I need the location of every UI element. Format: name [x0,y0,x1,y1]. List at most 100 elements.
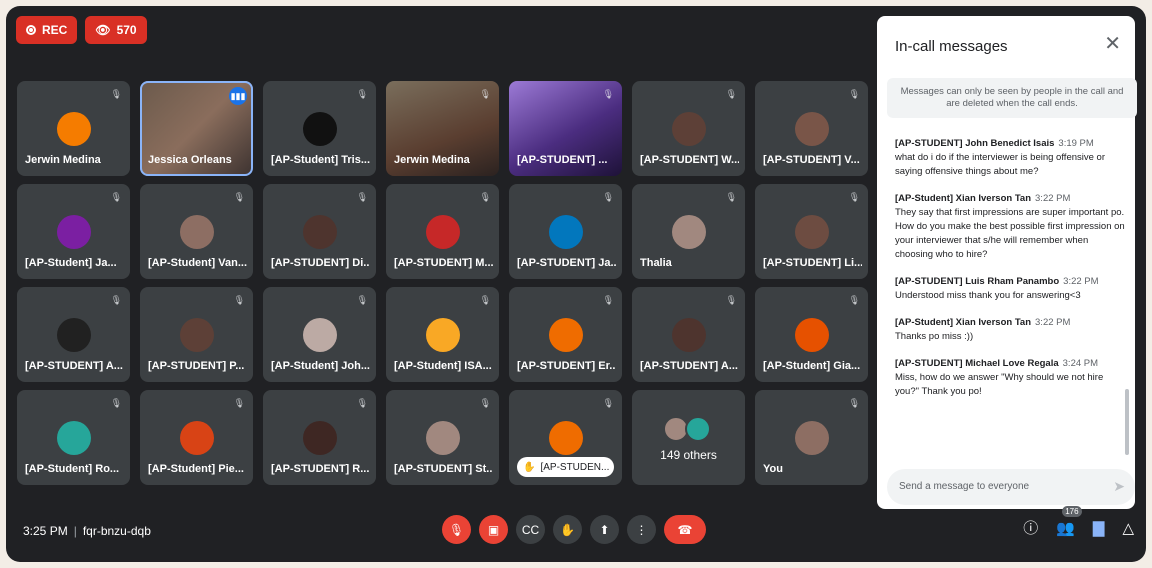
present-button[interactable]: ⬆ [590,515,619,544]
captions-button[interactable]: CC [516,515,545,544]
participant-tile[interactable]: [AP-Student] Gia... 🎙 [755,287,868,382]
chat-panel: In-call messages ✕ Messages can only be … [877,16,1137,509]
participant-tile[interactable]: [AP-STUDENT] V... 🎙 [755,81,868,176]
participant-tile[interactable]: [AP-STUDENT] Er... 🎙 [509,287,622,382]
participant-tile[interactable]: Jerwin Medina 🎙 [17,81,130,176]
mic-muted-icon: 🎙 [479,295,491,305]
avatar [794,421,829,455]
participant-name: [AP-Student] Tris... [271,154,370,166]
participant-tile[interactable]: [AP-Student] Tris... 🎙 [263,81,376,176]
participant-name: [AP-Student] Joh... [271,360,370,372]
close-icon[interactable]: ✕ [1104,34,1121,54]
mic-muted-icon: 🎙 [479,398,491,408]
participant-tile[interactable]: [AP-Student] Pie... 🎙 [140,390,253,485]
participant-name: [AP-Student] Van... [148,257,247,269]
participant-tile[interactable]: ✋ [AP-STUDEN... 🎙 [509,390,622,485]
participant-tile[interactable]: [AP-Student] Ja... 🎙 [17,184,130,279]
mic-muted-icon: 🎙 [479,89,491,99]
participant-tile[interactable]: [AP-STUDENT] ... 🎙 [509,81,622,176]
participant-tile[interactable]: [AP-STUDENT] Di... 🎙 [263,184,376,279]
mic-muted-icon: 🎙 [725,89,737,99]
mic-muted-icon: 🎙 [725,295,737,305]
people-icon[interactable]: 👥 176 [1056,505,1082,537]
mic-off-button[interactable]: 🎙 [442,515,471,544]
message-header: [AP-Student] Xian Iverson Tan 3:22 PM [895,317,1127,328]
mic-muted-icon: 🎙 [356,192,368,202]
bottom-bar: 3:25 PM | fqr-bnzu-dqb 🎙 ▣ CC ✋ ⬆ ⋮ ☎ ⓘ 👥 1… [6,502,1146,562]
participant-name: [AP-STUDENT] A... [25,360,123,372]
mic-muted-icon: 🎙 [602,295,614,305]
call-controls: 🎙 ▣ CC ✋ ⬆ ⋮ ☎ [442,515,706,544]
participant-tile[interactable]: [AP-Student] Van... 🎙 [140,184,253,279]
avatar [302,318,337,352]
participant-name: [AP-STUDENT] Er... [517,360,616,372]
participant-tile[interactable]: [AP-STUDENT] St... 🎙 [386,390,499,485]
participant-tile[interactable]: You 🎙 [755,390,868,485]
mic-off-icon: 🎙 [448,522,465,537]
participant-tile[interactable]: [AP-Student] Joh... 🎙 [263,287,376,382]
message-header: [AP-Student] Xian Iverson Tan 3:22 PM [895,193,1127,204]
raise-hand-button[interactable]: ✋ [553,515,582,544]
participant-tile[interactable]: [AP-STUDENT] P... 🎙 [140,287,253,382]
avatar [56,318,91,352]
participant-name: [AP-STUDENT] P... [148,360,245,372]
recording-badge: REC [16,16,78,44]
meeting-code: fqr-bnzu-dqb [82,524,151,538]
camera-off-icon: ▣ [487,522,500,537]
end-call-button[interactable]: ☎ [664,515,706,544]
avatar [684,416,711,442]
mic-muted-icon: 🎙 [356,398,368,408]
mic-muted-icon: 🎙 [602,89,614,99]
side-controls: ⓘ 👥 176 ▇ △ [1023,505,1134,538]
participant-name: Thalia [640,257,672,269]
avatar [671,318,706,352]
avatar [302,215,337,249]
hand-icon: ✋ [560,522,575,537]
mic-muted-icon: 🎙 [110,398,122,408]
hand-icon: ✋ [523,461,536,473]
message-text: Understood miss thank you for answering<… [895,290,1081,301]
divider: | [73,524,77,538]
info-icon[interactable]: ⓘ [1023,517,1038,538]
participant-tile[interactable]: [AP-STUDENT] R... 🎙 [263,390,376,485]
participant-tile[interactable]: [AP-STUDENT] A... 🎙 [632,287,745,382]
participant-tile[interactable]: [AP-STUDENT] A... 🎙 [17,287,130,382]
avatar [56,215,91,249]
mic-muted-icon: 🎙 [602,192,614,202]
camera-off-button[interactable]: ▣ [479,515,508,544]
message-author: [AP-Student] Xian Iverson Tan [895,193,1032,204]
avatar [179,215,214,249]
participant-tile[interactable]: [AP-STUDENT] W... 🎙 [632,81,745,176]
viewer-count: 570 [116,23,137,37]
activities-icon[interactable]: △ [1122,519,1134,537]
participant-tile[interactable]: [AP-STUDENT] Li... 🎙 [755,184,868,279]
mic-muted-icon: 🎙 [725,192,737,202]
scrollbar[interactable] [1125,389,1129,455]
participant-tile[interactable]: [AP-STUDENT] Ja... 🎙 [509,184,622,279]
top-status-bar: REC 👁 570 [16,16,147,44]
participant-tile[interactable]: Jessica Orleans ▮▮▮ [140,81,253,176]
message-input[interactable]: Send a message to everyone ➤ [887,469,1135,505]
participant-tile[interactable]: Jerwin Medina 🎙 [386,81,499,176]
message-text: what do i do if the interviewer is being… [895,152,1105,177]
participant-tile[interactable]: Thalia 🎙 [632,184,745,279]
message-author: [AP-STUDENT] Luis Rham Panambo [895,276,1060,287]
participant-tile[interactable]: [AP-STUDENT] M... 🎙 [386,184,499,279]
meeting-info: 3:25 PM | fqr-bnzu-dqb [23,524,151,538]
avatar [302,421,337,455]
participant-tile[interactable]: [AP-Student] Ro... 🎙 [17,390,130,485]
participant-name: [AP-STUDENT] Di... [271,257,370,269]
mic-muted-icon: 🎙 [848,89,860,99]
message-list[interactable]: [AP-STUDENT] John Benedict Isais 3:19 PM w… [895,138,1127,413]
more-options-button[interactable]: ⋮ [627,515,656,544]
participant-tile[interactable]: 149 others [632,390,745,485]
present-icon: ⬆ [599,522,610,537]
participant-tile[interactable]: [AP-Student] ISA... 🎙 [386,287,499,382]
send-icon[interactable]: ➤ [1113,478,1125,495]
message-time: 3:22 PM [1035,317,1071,328]
chat-icon[interactable]: ▇ [1093,519,1105,537]
message-author: [AP-Student] Xian Iverson Tan [895,317,1032,328]
mic-muted-icon: 🎙 [848,398,860,408]
avatar [56,112,91,146]
participant-name: [AP-Student] ISA... [394,360,492,372]
